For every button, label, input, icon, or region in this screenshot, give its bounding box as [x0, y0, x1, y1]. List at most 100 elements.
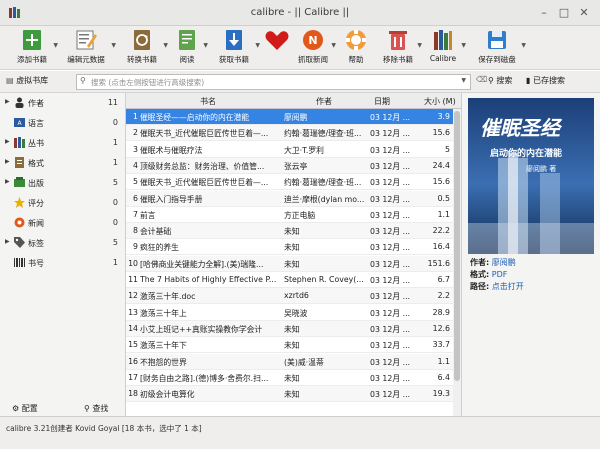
detail-author-link[interactable]: 廖阅鹏	[492, 258, 516, 267]
chevron-down-icon[interactable]: ▼	[53, 42, 58, 49]
sidebar-item-authors[interactable]: ▶ 作者 11	[0, 95, 124, 111]
chevron-down-icon[interactable]: ▼	[417, 42, 422, 49]
chevron-down-icon[interactable]: ▼	[203, 42, 208, 49]
book-cover[interactable]: 催眠圣经 启动你的内在潜能 廖阅鹏 著	[468, 98, 594, 254]
cell-author: 未知	[284, 259, 300, 269]
saved-search-label: 已存搜索	[532, 76, 565, 85]
chevron-down-icon[interactable]: ▼	[163, 42, 168, 49]
maximize-icon[interactable]: □	[557, 6, 571, 20]
table-row[interactable]: 1 催眠圣经——启动你的内在潜能 廖阅鹏 03 12月 ... 3.9	[126, 109, 461, 125]
search-placeholder: 搜索 (点击左侧按钮进行高级搜索)	[91, 78, 205, 87]
row-number: 2	[133, 128, 138, 138]
vertical-scrollbar[interactable]	[453, 109, 461, 416]
expand-arrow-icon[interactable]: ▶	[5, 158, 10, 165]
detail-author-row: 作者: 廖阅鹏	[470, 257, 516, 268]
table-row[interactable]: 3 催眠术与催眠疗法 大卫·T.罗利 03 12月 ... 5	[126, 142, 461, 158]
column-header-size[interactable]: 大小 (M)	[424, 96, 456, 107]
help-button[interactable]: 帮助	[342, 28, 370, 70]
edit-metadata-icon	[76, 30, 97, 50]
table-row[interactable]: 4 顶级财务总监：财务治理、价值管... 张云亭 03 12月 ... 24.4	[126, 157, 461, 174]
remove-books-button[interactable]: 移除书籍 ▼	[380, 28, 422, 70]
table-row[interactable]: 13 激荡三十年上 吴晓波 03 12月 ... 28.9	[126, 305, 461, 321]
donate-button[interactable]	[262, 28, 292, 70]
table-row[interactable]: 9 疯狂的养生 未知 03 12月 ... 16.4	[126, 239, 461, 256]
table-row[interactable]: 12 激荡三十年.doc xzrtd6 03 12月 ... 2.2	[126, 288, 461, 305]
close-icon[interactable]: ✕	[577, 6, 591, 20]
chevron-down-icon[interactable]: ▼	[461, 77, 466, 84]
sidebar-item-rating[interactable]: 评分 0	[0, 195, 124, 211]
chevron-down-icon[interactable]: ▼	[461, 42, 466, 49]
cell-author: 吴晓波	[284, 308, 308, 318]
column-header-date[interactable]: 日期	[374, 96, 390, 107]
cell-author: 大卫·T.罗利	[284, 145, 324, 155]
search-button[interactable]: ⚲ 搜索	[488, 75, 512, 86]
search-input[interactable]: ⚲ 搜索 (点击左侧按钮进行高级搜索) ▼	[76, 74, 471, 90]
expand-arrow-icon[interactable]: ▶	[5, 138, 10, 145]
cell-author: 未知	[284, 341, 300, 351]
chevron-down-icon[interactable]: ▼	[111, 42, 116, 49]
calibre-library-button[interactable]: Calibre ▼	[426, 28, 466, 70]
sidebar-item-series[interactable]: ▶ 丛书 1	[0, 135, 124, 151]
saved-search-button[interactable]: ▮ 已存搜索	[526, 75, 565, 86]
cell-author: 未知	[284, 324, 300, 334]
title-bar: calibre - || Calibre || – □ ✕	[0, 0, 600, 26]
row-number: 10	[128, 258, 138, 268]
detail-format-link[interactable]: PDF	[492, 270, 508, 279]
column-header-author[interactable]: 作者	[316, 96, 332, 107]
column-header-title[interactable]: 书名	[200, 96, 216, 107]
sidebar-item-isbn[interactable]: 书号 1	[0, 255, 124, 271]
table-row[interactable]: 10 [哈佛商业关键能力全解].(美)瑞隆... 未知 03 12月 ... 151.6	[126, 255, 461, 272]
table-row[interactable]: 15 激荡三十年下 未知 03 12月 ... 33.7	[126, 337, 461, 354]
save-to-disk-button[interactable]: 保存到磁盘 ▼	[474, 28, 526, 70]
chevron-down-icon[interactable]: ▼	[331, 42, 336, 49]
read-button[interactable]: 阅读 ▼	[172, 28, 208, 70]
configure-label: 配置	[21, 404, 38, 413]
virtual-library-button[interactable]: ▤ 虚拟书库	[6, 75, 48, 86]
sidebar-item-publishers[interactable]: ▶ 出版 5	[0, 175, 124, 191]
table-row[interactable]: 6 催眠入门指导手册 迪兰·摩根(dylan mo... 03 12月 ... 0.5	[126, 190, 461, 207]
table-row[interactable]: 18 初级会计电算化 未知 03 12月 ... 19.3	[126, 386, 461, 403]
table-row[interactable]: 2 催眠天书_近代催眠巨匠传世巨着—... 约翰·葛瑞德/理查·班... 03 12月…	[126, 125, 461, 142]
cell-title: [财务自由之路].(德)博多·舍费尔.扫...	[140, 373, 269, 383]
chevron-down-icon[interactable]: ▼	[255, 42, 260, 49]
sidebar-item-languages[interactable]: A 语言 0	[0, 115, 124, 131]
cell-date: 03 12月 ...	[370, 276, 411, 285]
table-row[interactable]: 14 小艾上班记++真账实操教你学会计 未知 03 12月 ... 12.6	[126, 320, 461, 337]
find-button[interactable]: ⚲ 查找	[84, 403, 108, 414]
table-row[interactable]: 17 [财务自由之路].(德)博多·舍费尔.扫... 未知 03 12月 ... 6.4	[126, 370, 461, 386]
table-row[interactable]: 16 不抱怨的世界 (美)威·温蒂 03 12月 ... 1.1	[126, 353, 461, 370]
configure-button[interactable]: ⚙ 配置	[12, 403, 38, 414]
sidebar-item-tags[interactable]: ▶ 标签 5	[0, 235, 124, 251]
cell-date: 03 12月 ...	[370, 373, 411, 383]
add-book-icon	[23, 30, 41, 50]
expand-arrow-icon[interactable]: ▶	[5, 178, 10, 185]
add-books-button[interactable]: 添加书籍 ▼	[12, 28, 58, 70]
edit-metadata-button[interactable]: 编辑元数据 ▼	[62, 28, 116, 70]
cell-author: 约翰·葛瑞德/理查·班...	[284, 129, 362, 139]
detail-path-link[interactable]: 点击打开	[492, 282, 524, 291]
scrollbar-thumb[interactable]	[454, 111, 460, 381]
clear-search-icon[interactable]: ⌫	[476, 75, 487, 84]
table-row[interactable]: 11 The 7 Habits of Highly Effective P... S…	[126, 272, 461, 288]
expand-arrow-icon[interactable]: ▶	[5, 98, 10, 105]
cover-subtitle: 启动你的内在潜能	[490, 149, 563, 159]
sidebar-item-label: 标签	[28, 239, 44, 248]
search-icon[interactable]: ⚲	[80, 76, 86, 85]
expand-arrow-icon[interactable]: ▶	[5, 238, 10, 245]
minimize-icon[interactable]: –	[537, 6, 551, 20]
sidebar-item-formats[interactable]: ▶ 格式 1	[0, 155, 124, 171]
chevron-down-icon[interactable]: ▼	[521, 42, 526, 49]
status-bar: calibre 3.21创建者 Kovid Goyal [18 本书，选中了 1…	[0, 416, 600, 449]
read-book-icon	[179, 30, 195, 50]
cell-author: 未知	[284, 390, 300, 400]
table-row[interactable]: 7 前言 方正电脑 03 12月 ... 1.1	[126, 207, 461, 223]
get-books-button[interactable]: 获取书籍 ▼	[214, 28, 260, 70]
save-disk-icon	[488, 31, 506, 49]
table-row[interactable]: 5 催眠天书_近代催眠巨匠传世巨着—... 约翰·葛瑞德/理查·班... 03 12月…	[126, 174, 461, 191]
table-row[interactable]: 8 会计基础 未知 03 12月 ... 22.2	[126, 223, 461, 240]
fetch-news-button[interactable]: N 抓取新闻 ▼	[296, 28, 336, 70]
sidebar-item-news[interactable]: 新闻 0	[0, 215, 124, 231]
cover-author: 廖阅鹏 著	[526, 165, 557, 173]
convert-books-button[interactable]: 转换书籍 ▼	[122, 28, 168, 70]
sidebar-item-count: 5	[112, 238, 118, 247]
